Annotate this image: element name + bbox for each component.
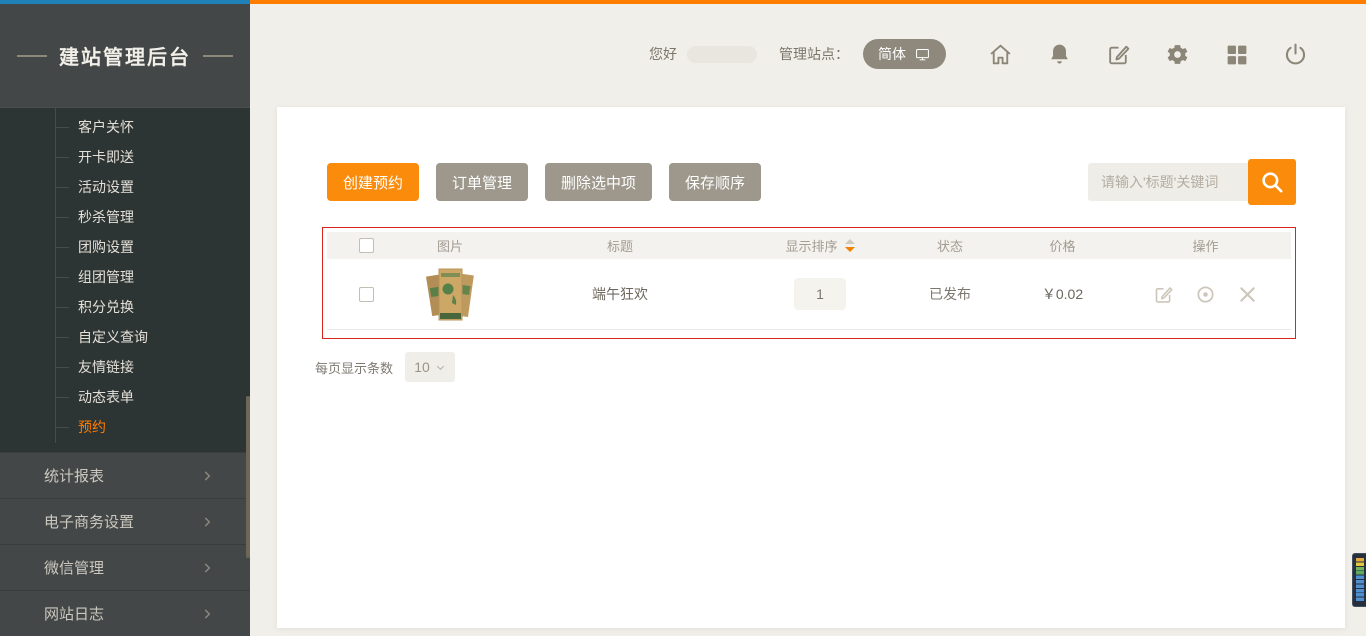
header-icon-group (988, 42, 1308, 67)
sort-ascending-icon (845, 239, 855, 244)
logo-dash-left (17, 55, 47, 57)
sidebar-item-custom-query[interactable]: 自定义查询 (0, 322, 250, 352)
sidebar-item-card-gift[interactable]: 开卡即送 (0, 142, 250, 172)
sidebar-section-statistics[interactable]: 统计报表 (0, 452, 250, 498)
per-page-value: 10 (414, 359, 430, 375)
toolbar: 创建预约 订单管理 删除选中项 保存顺序 (327, 159, 1296, 205)
delete-x-icon[interactable] (1237, 284, 1258, 305)
column-header-image: 图片 (405, 236, 495, 255)
site-language-label: 简体 (878, 44, 906, 64)
row-title: 端午狂欢 (592, 284, 648, 304)
column-header-price: 价格 (1005, 236, 1120, 255)
reservation-table: 图片 标题 显示排序 状态 价格 操作 (322, 227, 1296, 339)
per-page-label: 每页显示条数 (315, 358, 393, 377)
app-title: 建站管理后台 (59, 41, 191, 70)
home-icon[interactable] (988, 42, 1013, 67)
sidebar-section-ecommerce[interactable]: 电子商务设置 (0, 498, 250, 544)
sidebar-item-flash-sale[interactable]: 秒杀管理 (0, 202, 250, 232)
row-checkbox[interactable] (359, 287, 374, 302)
table-row: 端午狂欢 已发布 ￥0.02 (327, 259, 1291, 330)
search-button[interactable] (1248, 159, 1296, 205)
sort-descending-icon (845, 247, 855, 252)
section-label: 电子商务设置 (44, 511, 134, 532)
chevron-right-icon (200, 561, 214, 575)
column-header-status: 状态 (895, 236, 1005, 255)
app-logo: 建站管理后台 (0, 4, 250, 107)
row-actions (1153, 284, 1258, 305)
chevron-down-icon (435, 362, 446, 373)
sidebar-item-group-manage[interactable]: 组团管理 (0, 262, 250, 292)
search-group (1088, 159, 1296, 205)
per-page-control: 每页显示条数 10 (315, 352, 455, 382)
monitor-icon (914, 47, 931, 62)
table-header-row: 图片 标题 显示排序 状态 价格 操作 (327, 232, 1291, 259)
topbar-orange-segment (250, 0, 1366, 4)
settings-gear-icon[interactable] (1165, 42, 1190, 67)
create-reservation-button[interactable]: 创建预约 (327, 163, 419, 201)
sidebar-item-customer-care[interactable]: 客户关怀 (0, 112, 250, 142)
column-header-actions: 操作 (1120, 236, 1291, 255)
sidebar-item-dynamic-forms[interactable]: 动态表单 (0, 382, 250, 412)
search-input[interactable] (1088, 163, 1248, 201)
sidebar-section-wechat[interactable]: 微信管理 (0, 544, 250, 590)
sort-column-label: 显示排序 (785, 236, 837, 255)
power-logout-icon[interactable] (1283, 42, 1308, 67)
sort-arrows-icon[interactable] (845, 239, 855, 252)
logo-dash-right (203, 55, 233, 57)
section-label: 微信管理 (44, 557, 104, 578)
site-language-button[interactable]: 简体 (863, 39, 946, 69)
site-label: 管理站点： (779, 44, 849, 64)
edit-icon[interactable] (1106, 42, 1131, 67)
content-card: 创建预约 订单管理 删除选中项 保存顺序 图片 标题 显示排序 (277, 107, 1345, 628)
chevron-right-icon (200, 469, 214, 483)
sidebar-item-friend-links[interactable]: 友情链接 (0, 352, 250, 382)
sort-order-input[interactable] (794, 278, 846, 310)
sidebar-section-site-logs[interactable]: 网站日志 (0, 590, 250, 636)
section-label: 统计报表 (44, 465, 104, 486)
edit-row-icon[interactable] (1153, 284, 1174, 305)
sidebar-item-group-buy[interactable]: 团购设置 (0, 232, 250, 262)
status-badge: 已发布 (929, 284, 971, 304)
column-header-title: 标题 (495, 236, 745, 255)
floating-widget[interactable] (1352, 553, 1366, 607)
select-all-checkbox[interactable] (359, 238, 374, 253)
sidebar: 建站管理后台 客户关怀 开卡即送 活动设置 秒杀管理 团购设置 组团管理 积分兑… (0, 4, 250, 628)
search-icon (1259, 169, 1285, 195)
save-order-button[interactable]: 保存顺序 (669, 163, 761, 201)
greeting-text: 您好 (649, 44, 677, 64)
floating-widget-stripes (1356, 558, 1364, 602)
header: 您好 管理站点： 简体 (250, 4, 1366, 104)
per-page-select[interactable]: 10 (405, 352, 455, 382)
chevron-right-icon (200, 515, 214, 529)
product-image[interactable] (426, 265, 474, 323)
preview-eye-icon[interactable] (1195, 284, 1216, 305)
sidebar-scrollbar[interactable] (246, 396, 250, 558)
delete-selected-button[interactable]: 删除选中项 (545, 163, 652, 201)
sidebar-item-points-exchange[interactable]: 积分兑换 (0, 292, 250, 322)
section-label: 网站日志 (44, 603, 104, 624)
order-management-button[interactable]: 订单管理 (436, 163, 528, 201)
chevron-right-icon (200, 607, 214, 621)
row-price: ￥0.02 (1042, 284, 1083, 304)
column-header-sort[interactable]: 显示排序 (745, 236, 895, 255)
notifications-bell-icon[interactable] (1047, 42, 1072, 67)
topbar-blue-segment (0, 0, 250, 4)
sidebar-item-reservation-active[interactable]: 预约 (0, 412, 250, 442)
apps-grid-icon[interactable] (1224, 42, 1249, 67)
username-redacted (687, 46, 757, 63)
sidebar-submenu: 客户关怀 开卡即送 活动设置 秒杀管理 团购设置 组团管理 积分兑换 自定义查询… (0, 107, 250, 452)
sidebar-item-activity-settings[interactable]: 活动设置 (0, 172, 250, 202)
